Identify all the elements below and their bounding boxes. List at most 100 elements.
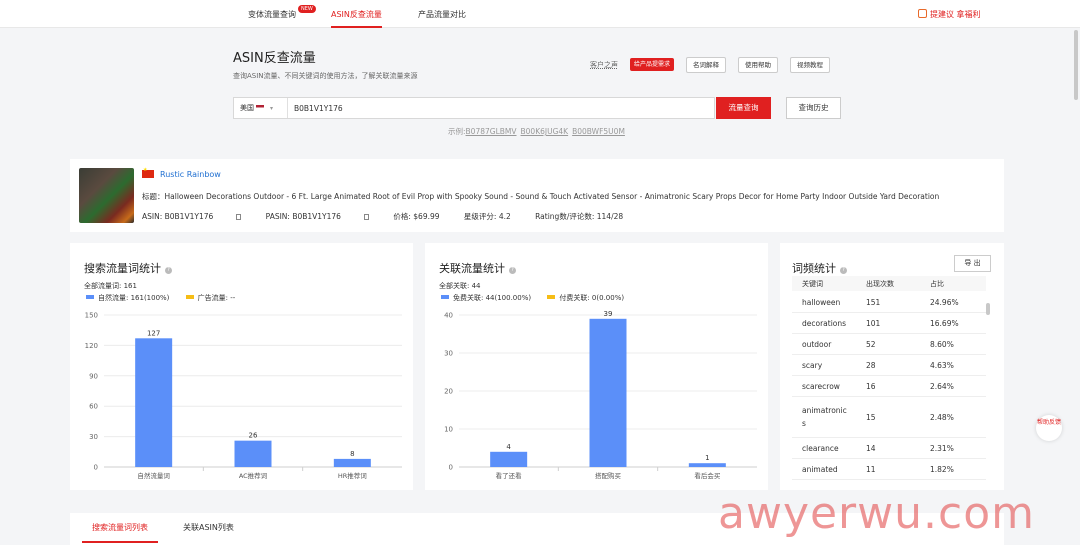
price-value: 价格: $69.99: [393, 212, 440, 221]
tab-asin-reverse[interactable]: ASIN反查流量: [331, 0, 382, 28]
us-flag-icon: [256, 105, 264, 110]
total-keywords: 全部流量词: 161: [84, 282, 137, 290]
product-image[interactable]: [79, 168, 134, 223]
legend-label: 广告流量: --: [197, 294, 236, 302]
bar[interactable]: [490, 451, 528, 467]
legend-swatch: [86, 295, 94, 299]
legend-swatch: [441, 295, 449, 299]
y-tick-label: 40: [444, 312, 453, 320]
keyword-cell: decorations: [802, 319, 847, 328]
product-request-button[interactable]: 给产品提需求: [630, 58, 675, 71]
video-tutorial-button[interactable]: 视频教程: [790, 57, 830, 73]
table-row: halloween 151 24.96%: [792, 292, 986, 313]
count-cell: 28: [866, 361, 876, 370]
help-icon[interactable]: ?: [840, 267, 847, 274]
y-tick-label: 10: [444, 426, 453, 434]
table-row: animated 11 1.82%: [792, 459, 986, 480]
table-scrollbar[interactable]: [986, 303, 990, 315]
column-header[interactable]: 占比: [930, 279, 944, 289]
word-frequency-header: 关键词 出现次数 占比: [792, 276, 986, 291]
x-tick-label: HR推荐词: [338, 471, 367, 480]
example-asin-link[interactable]: B00K6JUG4K: [521, 127, 569, 136]
help-icon[interactable]: ?: [165, 267, 172, 274]
panel-title-text: 搜索流量词统计: [84, 262, 161, 275]
search-traffic-bar-chart: 0 30 60 90 120 150 127 自然流量词 26 AC推荐词 8 HR推荐词: [85, 312, 402, 480]
chart-legend: 免费关联: 44(100.00%) 付费关联: 0(0.00%): [441, 293, 638, 303]
x-tick-label: AC推荐词: [239, 471, 267, 480]
tab-variant-traffic[interactable]: 变体流量查询: [248, 0, 296, 28]
bar[interactable]: [333, 458, 371, 467]
glossary-button[interactable]: 名词解释: [686, 57, 726, 73]
table-row: decorations 101 16.69%: [792, 313, 986, 334]
copy-icon[interactable]: [236, 214, 242, 220]
top-nav: 变体流量查询 NEW ASIN反查流量 产品流量对比 提建议 拿福利: [0, 0, 1080, 28]
y-tick-label: 0: [94, 464, 98, 472]
page-title: ASIN反查流量: [233, 51, 316, 66]
bar[interactable]: [589, 318, 627, 467]
tab-related-asin-list[interactable]: 关联ASIN列表: [183, 513, 234, 543]
related-traffic-panel: 关联流量统计? 全部关联: 44 免费关联: 44(100.00%) 付费关联:…: [425, 243, 768, 490]
bar[interactable]: [688, 463, 726, 467]
y-tick-label: 20: [444, 388, 453, 396]
data-label: 4: [506, 443, 511, 451]
pasin-value: PASIN: B0B1V1Y176: [265, 212, 341, 221]
country-label: 美国: [240, 104, 254, 112]
legend-label: 自然流量: 161(100%): [98, 294, 170, 302]
bar[interactable]: [135, 338, 173, 467]
y-tick-label: 30: [89, 433, 98, 441]
country-select[interactable]: 美国 ▾: [234, 98, 288, 118]
search-traffic-panel: 搜索流量词统计? 全部流量词: 161 自然流量: 161(100%) 广告流量…: [70, 243, 413, 490]
page-scrollbar[interactable]: [1074, 30, 1078, 100]
example-label: 示例:: [448, 127, 466, 136]
tab-product-compare[interactable]: 产品流量对比: [418, 0, 466, 28]
word-frequency-panel: 词频统计? 导 出 关键词 出现次数 占比 halloween 151 24.96%…: [780, 243, 1004, 490]
keyword-cell: clearance: [802, 444, 839, 453]
data-label: 26: [249, 432, 258, 440]
query-history-button[interactable]: 查询历史: [786, 97, 841, 119]
y-tick-label: 0: [449, 464, 453, 472]
help-feedback-button[interactable]: 帮助反馈: [1036, 415, 1062, 441]
panel-title-text: 关联流量统计: [439, 262, 505, 275]
y-tick-label: 90: [89, 372, 98, 380]
table-row: scary 28 4.63%: [792, 355, 986, 376]
x-tick-label: 看后会买: [694, 471, 721, 480]
bar[interactable]: [234, 440, 272, 467]
x-tick-label: 看了还看: [496, 472, 523, 480]
column-header[interactable]: 关键词: [802, 279, 823, 289]
x-tick-label: 搭配购买: [595, 471, 622, 480]
data-label: 127: [147, 329, 160, 337]
new-badge: NEW: [298, 5, 316, 13]
traffic-query-button[interactable]: 流量查询: [716, 97, 771, 119]
feedback-link[interactable]: 提建议 拿福利: [918, 0, 981, 28]
data-label: 8: [350, 450, 354, 458]
keyword-cell: halloween: [802, 298, 841, 307]
count-cell: 14: [866, 444, 876, 453]
brand-link[interactable]: Rustic Rainbow: [160, 170, 221, 179]
percent-cell: 24.96%: [930, 298, 959, 307]
gift-icon: [918, 9, 927, 18]
copy-icon[interactable]: [363, 214, 369, 220]
legend-item-ads[interactable]: 广告流量: --: [185, 294, 236, 302]
page-subtitle: 查询ASIN流量、不同关键词的使用方法，了解关联流量来源: [233, 72, 418, 80]
keyword-cell: animated: [802, 465, 838, 474]
legend-swatch: [547, 295, 556, 299]
asin-input[interactable]: [294, 101, 694, 115]
example-asin-link[interactable]: B0787GLBMV: [466, 127, 517, 136]
legend-item-paid[interactable]: 付费关联: 0(0.00%): [547, 294, 624, 302]
customer-voice-link[interactable]: 客户之声: [590, 60, 618, 70]
usage-help-button[interactable]: 使用帮助: [738, 57, 778, 73]
table-row: scarecrow 16 2.64%: [792, 376, 986, 397]
keyword-cell: animatronic s: [802, 406, 847, 428]
count-cell: 101: [866, 319, 881, 328]
column-header[interactable]: 出现次数: [866, 279, 894, 289]
export-button[interactable]: 导 出: [954, 255, 991, 272]
help-icon[interactable]: ?: [509, 267, 516, 274]
tab-search-keyword-list[interactable]: 搜索流量词列表: [82, 513, 158, 543]
count-cell: 16: [866, 382, 876, 391]
keyword-cell: scary: [802, 361, 823, 370]
legend-item-free[interactable]: 免费关联: 44(100.00%): [441, 294, 531, 302]
count-cell: 11: [866, 465, 876, 474]
example-asin-link[interactable]: B00BWF5U0M: [572, 127, 625, 136]
tab-label: ASIN反查流量: [331, 10, 382, 19]
legend-item-organic[interactable]: 自然流量: 161(100%): [86, 294, 169, 302]
